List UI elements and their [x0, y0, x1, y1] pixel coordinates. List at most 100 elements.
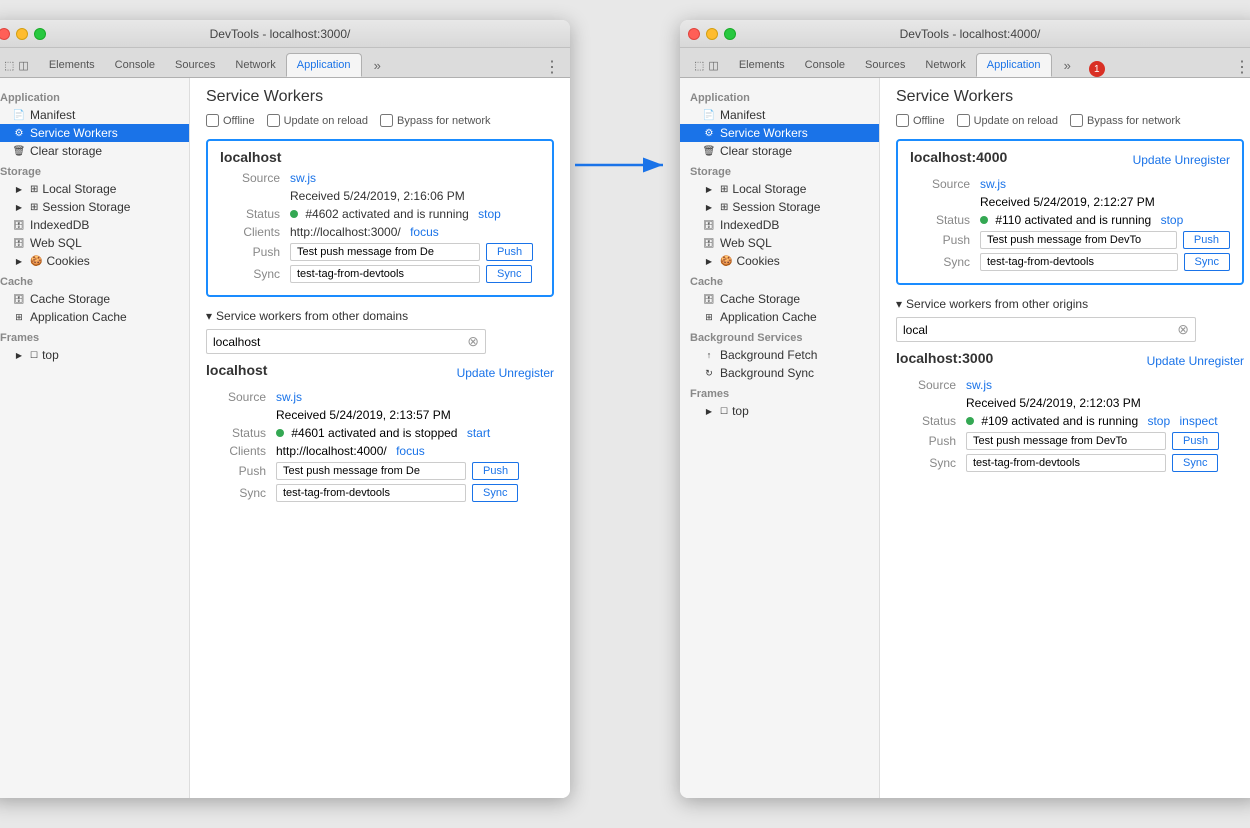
minimize-button-2[interactable]: [706, 28, 718, 40]
sw-sync-input-1[interactable]: [290, 265, 480, 283]
sidebar-item-bg-fetch-2[interactable]: ↑ Background Fetch: [680, 346, 879, 364]
tab-more-2[interactable]: »: [1054, 53, 1081, 77]
sidebar-item-local-storage-1[interactable]: ▶ ⊞ Local Storage: [0, 180, 189, 198]
sidebar-item-clear-storage-2[interactable]: 🗑 Clear storage: [680, 142, 879, 160]
sw-sync-btn-1[interactable]: Sync: [486, 265, 532, 283]
tab-dock-2[interactable]: ⬚ ◫: [684, 53, 729, 77]
sidebar-item-cache-storage-1[interactable]: 🗄 Cache Storage: [0, 290, 189, 308]
sw-push-input-1[interactable]: [290, 243, 480, 261]
tab-menu-2[interactable]: ⋮: [1228, 57, 1250, 77]
tab-elements-2[interactable]: Elements: [729, 53, 795, 77]
other-sw-unregister-link-2[interactable]: Unregister: [1189, 354, 1244, 368]
sw-source-link-2[interactable]: sw.js: [980, 177, 1006, 191]
other-sw-source-link-1[interactable]: sw.js: [276, 390, 302, 404]
minimize-button-1[interactable]: [16, 28, 28, 40]
sw-focus-link-1[interactable]: focus: [410, 225, 439, 239]
sidebar-item-session-storage-2[interactable]: ▶ ⊞ Session Storage: [680, 198, 879, 216]
offline-label-2[interactable]: Offline: [896, 114, 945, 127]
maximize-button-2[interactable]: [724, 28, 736, 40]
other-origins-header-2[interactable]: ▾ Service workers from other origins: [896, 297, 1244, 311]
update-reload-label-1[interactable]: Update on reload: [267, 114, 368, 127]
search-input-2[interactable]: [903, 323, 1177, 337]
sidebar-item-local-storage-2[interactable]: ▶ ⊞ Local Storage: [680, 180, 879, 198]
sw-update-link-2[interactable]: Update: [1133, 153, 1172, 167]
sw-hostname-row-2: localhost:4000 Update Unregister: [910, 149, 1230, 171]
sw-unregister-link-2[interactable]: Unregister: [1175, 153, 1230, 167]
tab-more-1[interactable]: »: [364, 53, 391, 77]
close-button-2[interactable]: [688, 28, 700, 40]
sidebar-item-app-cache-1[interactable]: ⊞ Application Cache: [0, 308, 189, 326]
sidebar-item-cookies-1[interactable]: ▶ 🍪 Cookies: [0, 252, 189, 270]
sidebar-item-cache-storage-2[interactable]: 🗄 Cache Storage: [680, 290, 879, 308]
sw-main-entry-1: localhost Source sw.js Received 5/24/201…: [206, 139, 554, 297]
offline-label-1[interactable]: Offline: [206, 114, 255, 127]
other-sw-push-input-2[interactable]: [966, 432, 1166, 450]
update-reload-checkbox-2[interactable]: [957, 114, 970, 127]
sw-push-btn-2[interactable]: Push: [1183, 231, 1230, 249]
other-sw-sync-btn-1[interactable]: Sync: [472, 484, 518, 502]
sw-source-link-1[interactable]: sw.js: [290, 171, 316, 185]
sw-sync-input-2[interactable]: [980, 253, 1178, 271]
sw-push-btn-1[interactable]: Push: [486, 243, 533, 261]
sidebar-item-manifest-1[interactable]: 📄 Manifest: [0, 106, 189, 124]
bypass-checkbox-1[interactable]: [380, 114, 393, 127]
bypass-checkbox-2[interactable]: [1070, 114, 1083, 127]
sidebar-item-session-storage-1[interactable]: ▶ ⊞ Session Storage: [0, 198, 189, 216]
update-reload-label-2[interactable]: Update on reload: [957, 114, 1058, 127]
search-clear-icon-1[interactable]: ⊗: [467, 333, 479, 350]
sidebar-item-manifest-2[interactable]: 📄 Manifest: [680, 106, 879, 124]
other-sw-received-1: Received 5/24/2019, 2:13:57 PM: [276, 408, 451, 422]
other-sw-update-link-1[interactable]: Update: [457, 366, 496, 380]
other-sw-unregister-link-1[interactable]: Unregister: [499, 366, 554, 380]
sidebar-item-app-cache-2[interactable]: ⊞ Application Cache: [680, 308, 879, 326]
sidebar-item-indexeddb-1[interactable]: 🗄 IndexedDB: [0, 216, 189, 234]
tab-network-2[interactable]: Network: [915, 53, 975, 77]
sidebar-item-websql-1[interactable]: 🗄 Web SQL: [0, 234, 189, 252]
other-sw-source-link-2[interactable]: sw.js: [966, 378, 992, 392]
other-sw-sync-btn-2[interactable]: Sync: [1172, 454, 1218, 472]
sidebar-item-top-1[interactable]: ▶ ☐ top: [0, 346, 189, 364]
other-domains-header-1[interactable]: ▾ Service workers from other domains: [206, 309, 554, 323]
sw-stop-link-2[interactable]: stop: [1161, 213, 1184, 227]
other-sw-focus-link-1[interactable]: focus: [396, 444, 425, 458]
update-reload-checkbox-1[interactable]: [267, 114, 280, 127]
tab-application-2[interactable]: Application: [976, 53, 1052, 77]
sw-push-input-2[interactable]: [980, 231, 1177, 249]
other-sw-push-btn-1[interactable]: Push: [472, 462, 519, 480]
other-sw-stop-link-2[interactable]: stop: [1147, 414, 1170, 428]
sidebar-item-top-2[interactable]: ▶ ☐ top: [680, 402, 879, 420]
sidebar-item-bg-sync-2[interactable]: ↻ Background Sync: [680, 364, 879, 382]
maximize-button-1[interactable]: [34, 28, 46, 40]
tab-application-1[interactable]: Application: [286, 53, 362, 77]
other-sw-sync-input-2[interactable]: [966, 454, 1166, 472]
offline-checkbox-1[interactable]: [206, 114, 219, 127]
other-sw-inspect-link-2[interactable]: inspect: [1180, 414, 1218, 428]
search-clear-icon-2[interactable]: ⊗: [1177, 321, 1189, 338]
tab-menu-1[interactable]: ⋮: [538, 57, 566, 77]
tab-elements-1[interactable]: Elements: [39, 53, 105, 77]
tab-console-2[interactable]: Console: [795, 53, 855, 77]
sw-sync-btn-2[interactable]: Sync: [1184, 253, 1230, 271]
other-sw-start-link-1[interactable]: start: [467, 426, 490, 440]
sidebar-item-clear-storage-1[interactable]: 🗑 Clear storage: [0, 142, 189, 160]
other-sw-push-btn-2[interactable]: Push: [1172, 432, 1219, 450]
bypass-label-1[interactable]: Bypass for network: [380, 114, 491, 127]
sidebar-item-websql-2[interactable]: 🗄 Web SQL: [680, 234, 879, 252]
other-sw-push-input-1[interactable]: [276, 462, 466, 480]
sidebar-item-service-workers-1[interactable]: ⚙ Service Workers: [0, 124, 189, 142]
sidebar-item-indexeddb-2[interactable]: 🗄 IndexedDB: [680, 216, 879, 234]
tab-sources-2[interactable]: Sources: [855, 53, 915, 77]
other-sw-sync-input-1[interactable]: [276, 484, 466, 502]
close-button-1[interactable]: [0, 28, 10, 40]
tab-console-1[interactable]: Console: [105, 53, 165, 77]
bypass-label-2[interactable]: Bypass for network: [1070, 114, 1181, 127]
sw-stop-link-1[interactable]: stop: [478, 207, 501, 221]
tab-sources-1[interactable]: Sources: [165, 53, 225, 77]
offline-checkbox-2[interactable]: [896, 114, 909, 127]
tab-network-1[interactable]: Network: [225, 53, 285, 77]
tab-dock[interactable]: ⬚ ◫: [0, 53, 39, 77]
sidebar-item-service-workers-2[interactable]: ⚙ Service Workers: [680, 124, 879, 142]
sidebar-item-cookies-2[interactable]: ▶ 🍪 Cookies: [680, 252, 879, 270]
other-sw-update-link-2[interactable]: Update: [1147, 354, 1186, 368]
search-input-1[interactable]: [213, 335, 467, 349]
